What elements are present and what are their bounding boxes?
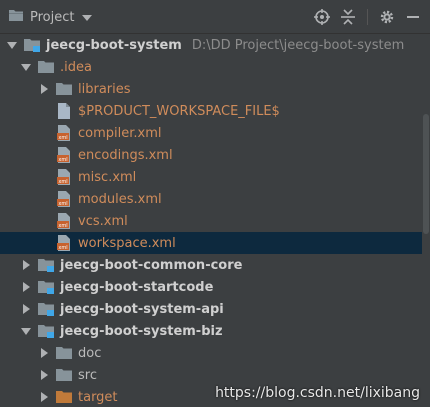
tree-node-misc-xml[interactable]: xml misc.xml xyxy=(0,166,422,188)
folder-icon xyxy=(56,345,72,361)
xml-file-icon: xml xyxy=(56,125,72,141)
folder-icon xyxy=(38,59,54,75)
tree-node-doc[interactable]: doc xyxy=(0,342,422,364)
project-toolbar: Project xyxy=(0,0,430,34)
tree-node-label: jeecg-boot-startcode xyxy=(60,279,214,295)
tree-node-label: jeecg-boot-system-api xyxy=(60,301,224,317)
svg-text:xml: xml xyxy=(58,179,67,185)
tree-node-label: src xyxy=(78,367,97,383)
svg-text:xml: xml xyxy=(58,135,67,141)
tree-node-modules-xml[interactable]: xml modules.xml xyxy=(0,188,422,210)
tree-node-encodings-xml[interactable]: xml encodings.xml xyxy=(0,144,422,166)
chevron-down-icon[interactable] xyxy=(6,39,18,51)
file-icon xyxy=(56,103,72,119)
collapse-all-icon[interactable] xyxy=(339,8,357,26)
tree-node-label: jeecg-boot-system-biz xyxy=(60,323,223,339)
tree-node-idea[interactable]: .idea xyxy=(0,56,422,78)
project-view-selector[interactable]: Project xyxy=(8,8,93,26)
tree-node-product-workspace-file[interactable]: $PRODUCT_WORKSPACE_FILE$ xyxy=(0,100,422,122)
tree-node-jeecg-boot-system-api[interactable]: jeecg-boot-system-api xyxy=(0,298,422,320)
tree-node-label: jeecg-boot-common-core xyxy=(60,257,243,273)
vertical-scrollbar[interactable] xyxy=(422,34,430,407)
module-folder-icon xyxy=(38,323,54,339)
tree-node-jeecg-boot-system-biz[interactable]: jeecg-boot-system-biz xyxy=(0,320,422,342)
chevron-right-icon[interactable] xyxy=(38,369,50,381)
chevron-right-icon[interactable] xyxy=(38,391,50,403)
xml-file-icon: xml xyxy=(56,191,72,207)
svg-text:xml: xml xyxy=(58,201,67,207)
tree-node-label: vcs.xml xyxy=(78,213,128,229)
tree-node-vcs-xml[interactable]: xml vcs.xml xyxy=(0,210,422,232)
project-tree[interactable]: jeecg-boot-system D:\DD Project\jeecg-bo… xyxy=(0,34,422,407)
xml-file-icon: xml xyxy=(56,147,72,163)
gear-icon[interactable] xyxy=(378,8,396,26)
xml-file-icon: xml xyxy=(56,169,72,185)
module-folder-icon xyxy=(38,301,54,317)
tree-node-jeecg-boot-system[interactable]: jeecg-boot-system D:\DD Project\jeecg-bo… xyxy=(0,34,422,56)
scrollbar-thumb[interactable] xyxy=(423,114,429,234)
tree-node-label: $PRODUCT_WORKSPACE_FILE$ xyxy=(78,103,280,119)
folder-icon xyxy=(56,81,72,97)
tree-node-label: misc.xml xyxy=(78,169,137,185)
folder-icon xyxy=(56,367,72,383)
module-folder-icon xyxy=(38,257,54,273)
module-folder-icon xyxy=(24,37,40,53)
chevron-down-icon[interactable] xyxy=(20,61,32,73)
chevron-down-icon[interactable] xyxy=(82,10,93,25)
tree-node-libraries[interactable]: libraries xyxy=(0,78,422,100)
excluded-folder-icon xyxy=(56,389,72,405)
locate-icon[interactable] xyxy=(313,8,331,26)
tree-node-label: .idea xyxy=(60,59,92,75)
tree-node-label: doc xyxy=(78,345,102,361)
tree-node-label: target xyxy=(78,389,118,405)
chevron-right-icon[interactable] xyxy=(20,259,32,271)
project-view-title: Project xyxy=(30,9,75,25)
tree-node-label: jeecg-boot-system xyxy=(46,37,182,53)
toolbar-separator xyxy=(367,9,368,25)
tree-node-label: encodings.xml xyxy=(78,147,173,163)
project-path: D:\DD Project\jeecg-boot-system xyxy=(191,37,405,53)
svg-text:xml: xml xyxy=(58,223,67,229)
project-view-icon xyxy=(8,8,24,26)
watermark: https://blog.csdn.net/lixibang xyxy=(215,385,420,401)
xml-file-icon: xml xyxy=(56,235,72,251)
chevron-right-icon[interactable] xyxy=(38,347,50,359)
svg-text:xml: xml xyxy=(58,245,67,251)
tree-node-workspace-xml[interactable]: xml workspace.xml xyxy=(0,232,422,254)
chevron-down-icon[interactable] xyxy=(20,325,32,337)
tree-node-label: workspace.xml xyxy=(78,235,176,251)
tree-node-compiler-xml[interactable]: xml compiler.xml xyxy=(0,122,422,144)
tree-node-label: libraries xyxy=(78,81,131,97)
hide-icon[interactable] xyxy=(404,8,422,26)
tree-node-label: compiler.xml xyxy=(78,125,162,141)
tree-node-src[interactable]: src xyxy=(0,364,422,386)
chevron-right-icon[interactable] xyxy=(20,303,32,315)
tree-node-jeecg-boot-common-core[interactable]: jeecg-boot-common-core xyxy=(0,254,422,276)
xml-file-icon: xml xyxy=(56,213,72,229)
chevron-right-icon[interactable] xyxy=(38,83,50,95)
tree-node-jeecg-boot-startcode[interactable]: jeecg-boot-startcode xyxy=(0,276,422,298)
module-folder-icon xyxy=(38,279,54,295)
tree-node-label: modules.xml xyxy=(78,191,162,207)
chevron-right-icon[interactable] xyxy=(20,281,32,293)
svg-text:xml: xml xyxy=(58,157,67,163)
